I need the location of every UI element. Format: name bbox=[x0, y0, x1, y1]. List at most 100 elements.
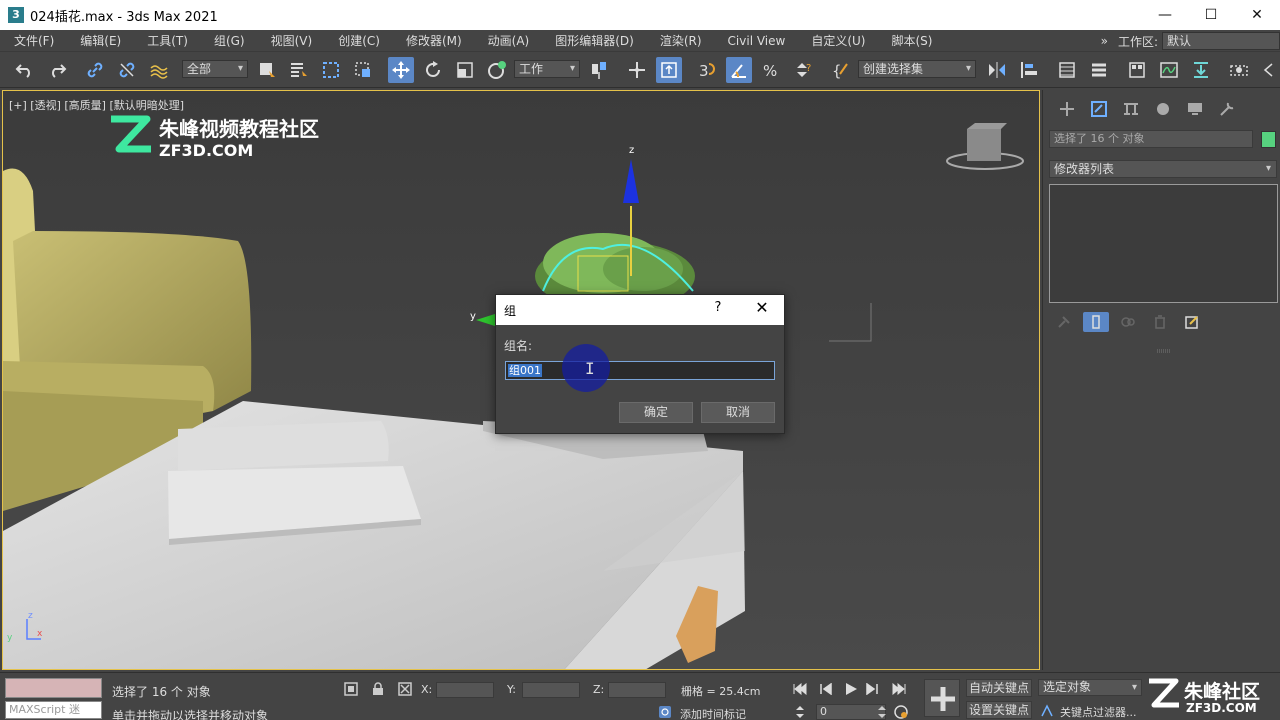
auto-key-button[interactable]: 自动关键点 bbox=[966, 679, 1032, 697]
maximize-button[interactable]: ☐ bbox=[1188, 0, 1234, 30]
viewport-label[interactable]: [+] [透视] [高质量] [默认明暗处理] bbox=[9, 97, 184, 113]
isolate-selection-icon[interactable] bbox=[344, 682, 358, 696]
select-by-name-icon[interactable] bbox=[286, 57, 312, 83]
ribbon-toggle-icon[interactable] bbox=[1124, 57, 1150, 83]
cancel-button[interactable]: 取消 bbox=[701, 402, 775, 423]
menu-modifiers[interactable]: 修改器(M) bbox=[393, 32, 475, 49]
menu-graph-editors[interactable]: 图形编辑器(D) bbox=[542, 32, 647, 49]
object-name-field[interactable]: 选择了 16 个 对象 bbox=[1049, 130, 1253, 148]
schematic-view-icon[interactable] bbox=[1188, 57, 1214, 83]
select-and-scale-icon[interactable] bbox=[452, 57, 478, 83]
make-unique-icon[interactable] bbox=[1115, 312, 1141, 332]
layer-explorer-icon[interactable] bbox=[1086, 57, 1112, 83]
menu-rendering[interactable]: 渲染(R) bbox=[647, 32, 715, 49]
set-key-big-button[interactable] bbox=[924, 679, 960, 717]
object-color-swatch[interactable] bbox=[1261, 131, 1276, 148]
menu-animation[interactable]: 动画(A) bbox=[475, 32, 543, 49]
key-mode-icon[interactable] bbox=[792, 705, 808, 719]
mirror-icon[interactable] bbox=[984, 57, 1010, 83]
menu-edit[interactable]: 编辑(E) bbox=[67, 32, 134, 49]
play-icon[interactable] bbox=[843, 682, 859, 696]
select-and-rotate-icon[interactable] bbox=[420, 57, 446, 83]
modifier-list-dropdown[interactable]: 修改器列表 bbox=[1049, 160, 1277, 178]
show-end-result-icon[interactable] bbox=[1083, 312, 1109, 332]
bind-space-warp-icon[interactable] bbox=[146, 57, 172, 83]
go-to-end-icon[interactable] bbox=[891, 683, 907, 695]
menu-civil-view[interactable]: Civil View bbox=[715, 34, 799, 48]
menu-overflow-icon[interactable]: » bbox=[1101, 34, 1108, 48]
set-key-button[interactable]: 设置关键点 bbox=[966, 701, 1032, 719]
selection-filter-dropdown[interactable]: 全部 bbox=[182, 60, 248, 78]
named-selection-dropdown[interactable]: 创建选择集 bbox=[858, 60, 976, 78]
modifier-stack[interactable] bbox=[1049, 184, 1278, 303]
add-time-tag[interactable]: 添加时间标记 bbox=[680, 706, 746, 720]
time-configuration-icon[interactable] bbox=[893, 704, 909, 720]
menu-views[interactable]: 视图(V) bbox=[258, 32, 326, 49]
x-coordinate-field[interactable] bbox=[436, 682, 494, 698]
angle-snap-icon[interactable] bbox=[726, 57, 752, 83]
pin-stack-icon[interactable] bbox=[1051, 312, 1077, 332]
menu-tools[interactable]: 工具(T) bbox=[134, 32, 201, 49]
menu-scripting[interactable]: 脚本(S) bbox=[878, 32, 945, 49]
keyboard-shortcut-override-icon[interactable] bbox=[656, 57, 682, 83]
toolbar-overflow-icon[interactable] bbox=[1258, 57, 1278, 83]
motion-tab-icon[interactable] bbox=[1147, 98, 1179, 120]
maxscript-listener[interactable] bbox=[5, 678, 102, 698]
previous-frame-icon[interactable] bbox=[818, 683, 834, 695]
panel-resize-handle-icon[interactable] bbox=[1157, 348, 1171, 354]
time-tag-icon[interactable] bbox=[658, 705, 674, 719]
undo-icon[interactable] bbox=[12, 57, 38, 83]
dialog-close-button[interactable]: ✕ bbox=[750, 298, 774, 317]
unlink-icon[interactable] bbox=[114, 57, 140, 83]
z-coordinate-field[interactable] bbox=[608, 682, 666, 698]
curve-editor-icon[interactable] bbox=[1156, 57, 1182, 83]
window-crossing-icon[interactable] bbox=[350, 57, 376, 83]
key-set-dropdown[interactable]: 选定对象 bbox=[1038, 679, 1142, 696]
select-and-manipulate-icon[interactable] bbox=[624, 57, 650, 83]
material-editor-icon[interactable] bbox=[1226, 57, 1252, 83]
dialog-title-bar[interactable]: 组 ? ✕ bbox=[496, 295, 784, 325]
selection-lock-icon[interactable] bbox=[371, 682, 385, 696]
percent-snap-icon[interactable]: % bbox=[758, 57, 784, 83]
reference-coordinate-dropdown[interactable]: 工作 bbox=[514, 60, 580, 78]
hierarchy-tab-icon[interactable] bbox=[1115, 98, 1147, 120]
configure-modifier-sets-icon[interactable] bbox=[1179, 312, 1205, 332]
select-and-place-icon[interactable] bbox=[484, 57, 510, 83]
select-and-move-icon[interactable] bbox=[388, 57, 414, 83]
workspace-label: 工作区: bbox=[1117, 34, 1158, 49]
workspace-select[interactable]: 默认 bbox=[1162, 32, 1280, 50]
menu-create[interactable]: 创建(C) bbox=[325, 32, 393, 49]
menu-file[interactable]: 文件(F) bbox=[0, 32, 67, 49]
close-button[interactable]: ✕ bbox=[1234, 0, 1280, 30]
snaps-toggle-icon[interactable]: 3 bbox=[694, 57, 720, 83]
y-coordinate-field[interactable] bbox=[522, 682, 580, 698]
redo-icon[interactable] bbox=[44, 57, 70, 83]
help-button[interactable]: ? bbox=[708, 300, 728, 315]
maxscript-mini-listener[interactable]: MAXScript 迷 bbox=[5, 701, 102, 719]
utilities-tab-icon[interactable] bbox=[1211, 98, 1243, 120]
select-object-icon[interactable] bbox=[254, 57, 280, 83]
use-pivot-center-icon[interactable] bbox=[586, 57, 612, 83]
edit-named-selection-icon[interactable]: { bbox=[828, 57, 854, 83]
key-filters-button[interactable]: 关键点过滤器... bbox=[1060, 704, 1137, 720]
key-filter-icon[interactable] bbox=[1040, 704, 1054, 718]
group-name-input[interactable]: 组001 bbox=[505, 361, 775, 380]
create-tab-icon[interactable] bbox=[1051, 98, 1083, 120]
display-tab-icon[interactable] bbox=[1179, 98, 1211, 120]
frame-spinner-icon[interactable] bbox=[876, 705, 888, 719]
minimize-button[interactable]: — bbox=[1142, 0, 1188, 30]
ok-button[interactable]: 确定 bbox=[619, 402, 693, 423]
spinner-snap-icon[interactable]: ? bbox=[790, 57, 816, 83]
absolute-mode-icon[interactable] bbox=[398, 682, 412, 696]
modify-tab-icon[interactable] bbox=[1083, 98, 1115, 120]
menu-customize[interactable]: 自定义(U) bbox=[798, 32, 878, 49]
align-icon[interactable] bbox=[1016, 57, 1042, 83]
scene-explorer-icon[interactable] bbox=[1054, 57, 1080, 83]
rectangular-selection-icon[interactable] bbox=[318, 57, 344, 83]
link-icon[interactable] bbox=[82, 57, 108, 83]
next-frame-icon[interactable] bbox=[864, 683, 880, 695]
remove-modifier-icon[interactable] bbox=[1147, 312, 1173, 332]
3dsmax-app-icon[interactable]: 3 bbox=[8, 7, 24, 23]
menu-group[interactable]: 组(G) bbox=[201, 32, 258, 49]
go-to-start-icon[interactable] bbox=[792, 683, 808, 695]
